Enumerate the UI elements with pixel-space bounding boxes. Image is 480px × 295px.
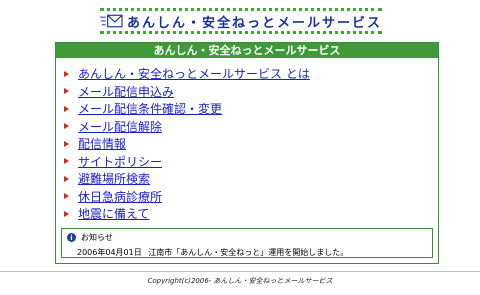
- notice-box: i お知らせ 2006年04月01日 江南市「あんしん・安全ねっと」運用を開始し…: [61, 228, 433, 258]
- menu-link-evacuation-search[interactable]: 避難場所検索: [78, 170, 150, 187]
- menu-link-earthquake-prep[interactable]: 地震に備えて: [78, 205, 149, 222]
- notice-date: 2006年04月01日: [77, 248, 142, 257]
- menu-link-holiday-clinic[interactable]: 休日急病診療所: [78, 188, 162, 205]
- notice-entry: 2006年04月01日 江南市「あんしん・安全ねっと」運用を開始しました。: [77, 247, 432, 258]
- site-title: あんしん・安全ねっとメールサービス: [126, 15, 382, 31]
- menu-item-evacuation-search: 避難場所検索: [62, 170, 438, 188]
- arrow-right-icon: [64, 210, 69, 217]
- arrow-right-icon: [64, 70, 69, 77]
- notice-title: お知らせ: [81, 233, 113, 242]
- menu-link-subscribe[interactable]: メール配信申込み: [78, 83, 174, 100]
- arrow-right-icon: [64, 175, 69, 182]
- site-header: あんしん・安全ねっとメールサービス: [100, 8, 382, 34]
- menu-item-earthquake-prep: 地震に備えて: [62, 205, 438, 223]
- arrow-right-icon: [64, 140, 69, 147]
- menu-item-unsubscribe: メール配信解除: [62, 118, 438, 136]
- menu-item-change-settings: メール配信条件確認・変更: [62, 100, 438, 118]
- notice-header: i お知らせ: [67, 231, 432, 244]
- menu-item-about: あんしん・安全ねっとメールサービス とは: [62, 65, 438, 83]
- menu-link-site-policy[interactable]: サイトポリシー: [78, 153, 162, 170]
- page: あんしん・安全ねっとメールサービス あんしん・安全ねっとメールサービス あんしん…: [0, 0, 480, 295]
- menu-link-about[interactable]: あんしん・安全ねっとメールサービス とは: [78, 65, 310, 82]
- menu-link-unsubscribe[interactable]: メール配信解除: [78, 118, 162, 135]
- arrow-right-icon: [64, 105, 69, 112]
- mail-icon: [100, 14, 123, 28]
- menu-link-change-settings[interactable]: メール配信条件確認・変更: [78, 100, 222, 117]
- service-menu-title: あんしん・安全ねっとメールサービス: [56, 43, 438, 58]
- arrow-right-icon: [64, 193, 69, 200]
- info-icon: i: [67, 233, 76, 242]
- menu-item-subscribe: メール配信申込み: [62, 83, 438, 101]
- arrow-right-icon: [64, 88, 69, 95]
- menu-link-delivery-info[interactable]: 配信情報: [78, 135, 126, 152]
- header-dotted-rule-bottom: [100, 31, 382, 34]
- service-menu-list: あんしん・安全ねっとメールサービス とは メール配信申込み メール配信条件確認・…: [62, 65, 438, 223]
- footer-divider: [0, 271, 480, 272]
- arrow-right-icon: [64, 158, 69, 165]
- service-menu-box: あんしん・安全ねっとメールサービス あんしん・安全ねっとメールサービス とは メ…: [55, 42, 439, 264]
- menu-item-delivery-info: 配信情報: [62, 135, 438, 153]
- footer-copyright: Copyright(c)2006- あんしん・安全ねっとメールサービス: [147, 277, 333, 285]
- menu-item-site-policy: サイトポリシー: [62, 153, 438, 171]
- header-inner: あんしん・安全ねっとメールサービス: [100, 12, 382, 31]
- arrow-right-icon: [64, 123, 69, 130]
- notice-text: 江南市「あんしん・安全ねっと」運用を開始しました。: [148, 248, 349, 257]
- menu-item-holiday-clinic: 休日急病診療所: [62, 188, 438, 206]
